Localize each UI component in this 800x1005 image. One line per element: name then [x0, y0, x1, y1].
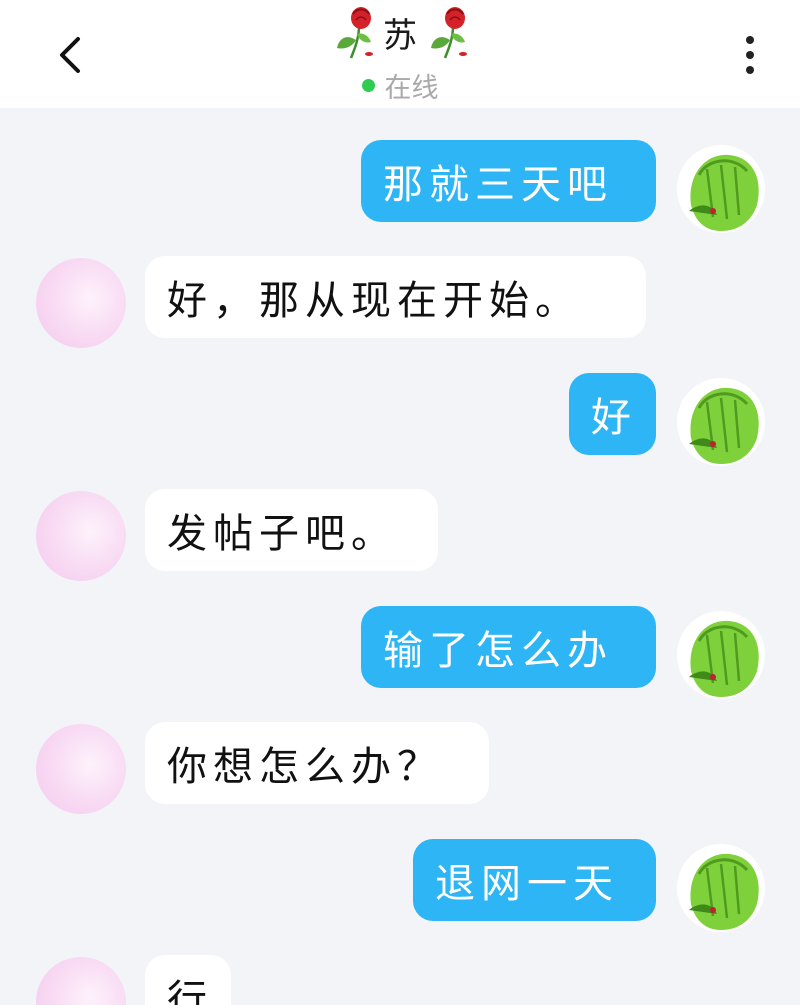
contact-name: 苏	[383, 15, 417, 56]
message-text: 好，那从现在开始。	[167, 278, 581, 324]
contact-avatar[interactable]	[36, 258, 126, 348]
rose-icon	[337, 7, 373, 59]
online-indicator	[361, 79, 375, 92]
contact-avatar[interactable]	[36, 724, 126, 814]
message-bubble-incoming[interactable]: 发帖子吧。	[145, 489, 438, 571]
contact-avatar[interactable]	[36, 491, 126, 581]
message-bubble-incoming[interactable]: 好，那从现在开始。	[145, 256, 646, 338]
online-status: 在线	[384, 73, 439, 104]
message-text: 输了怎么办	[383, 628, 613, 674]
message-text: 发帖子吧。	[167, 511, 397, 557]
rose-icon	[431, 7, 467, 59]
message-text: 那就三天吧	[383, 162, 613, 208]
message-text: 好	[591, 395, 637, 441]
avatar-image	[677, 378, 765, 466]
message-bubble-incoming[interactable]: 你想怎么办？	[145, 722, 489, 804]
message-bubble-outgoing[interactable]: 输了怎么办	[361, 606, 656, 688]
more-options-button[interactable]	[726, 30, 774, 80]
message-bubble-outgoing[interactable]: 那就三天吧	[361, 140, 656, 222]
more-vertical-icon	[746, 36, 754, 44]
chat-header: 苏 在线	[0, 0, 800, 108]
my-avatar[interactable]	[677, 611, 765, 699]
avatar-image	[677, 844, 765, 932]
contact-avatar[interactable]	[36, 957, 126, 1005]
message-bubble-outgoing[interactable]: 退网一天	[413, 839, 656, 921]
message-list[interactable]: 那就三天吧 好，那从现在开始。 好 发帖子吧。 输了怎么办 你想怎么办？ 退网一…	[0, 108, 800, 1005]
message-text: 你想怎么办？	[167, 744, 443, 790]
message-bubble-outgoing[interactable]: 好	[569, 373, 656, 455]
avatar-image	[677, 145, 765, 233]
my-avatar[interactable]	[677, 378, 765, 466]
avatar-image	[677, 611, 765, 699]
message-text: 行	[167, 977, 213, 1005]
message-bubble-incoming[interactable]: 行	[145, 955, 231, 1005]
my-avatar[interactable]	[677, 145, 765, 233]
my-avatar[interactable]	[677, 844, 765, 932]
message-text: 退网一天	[435, 861, 619, 907]
